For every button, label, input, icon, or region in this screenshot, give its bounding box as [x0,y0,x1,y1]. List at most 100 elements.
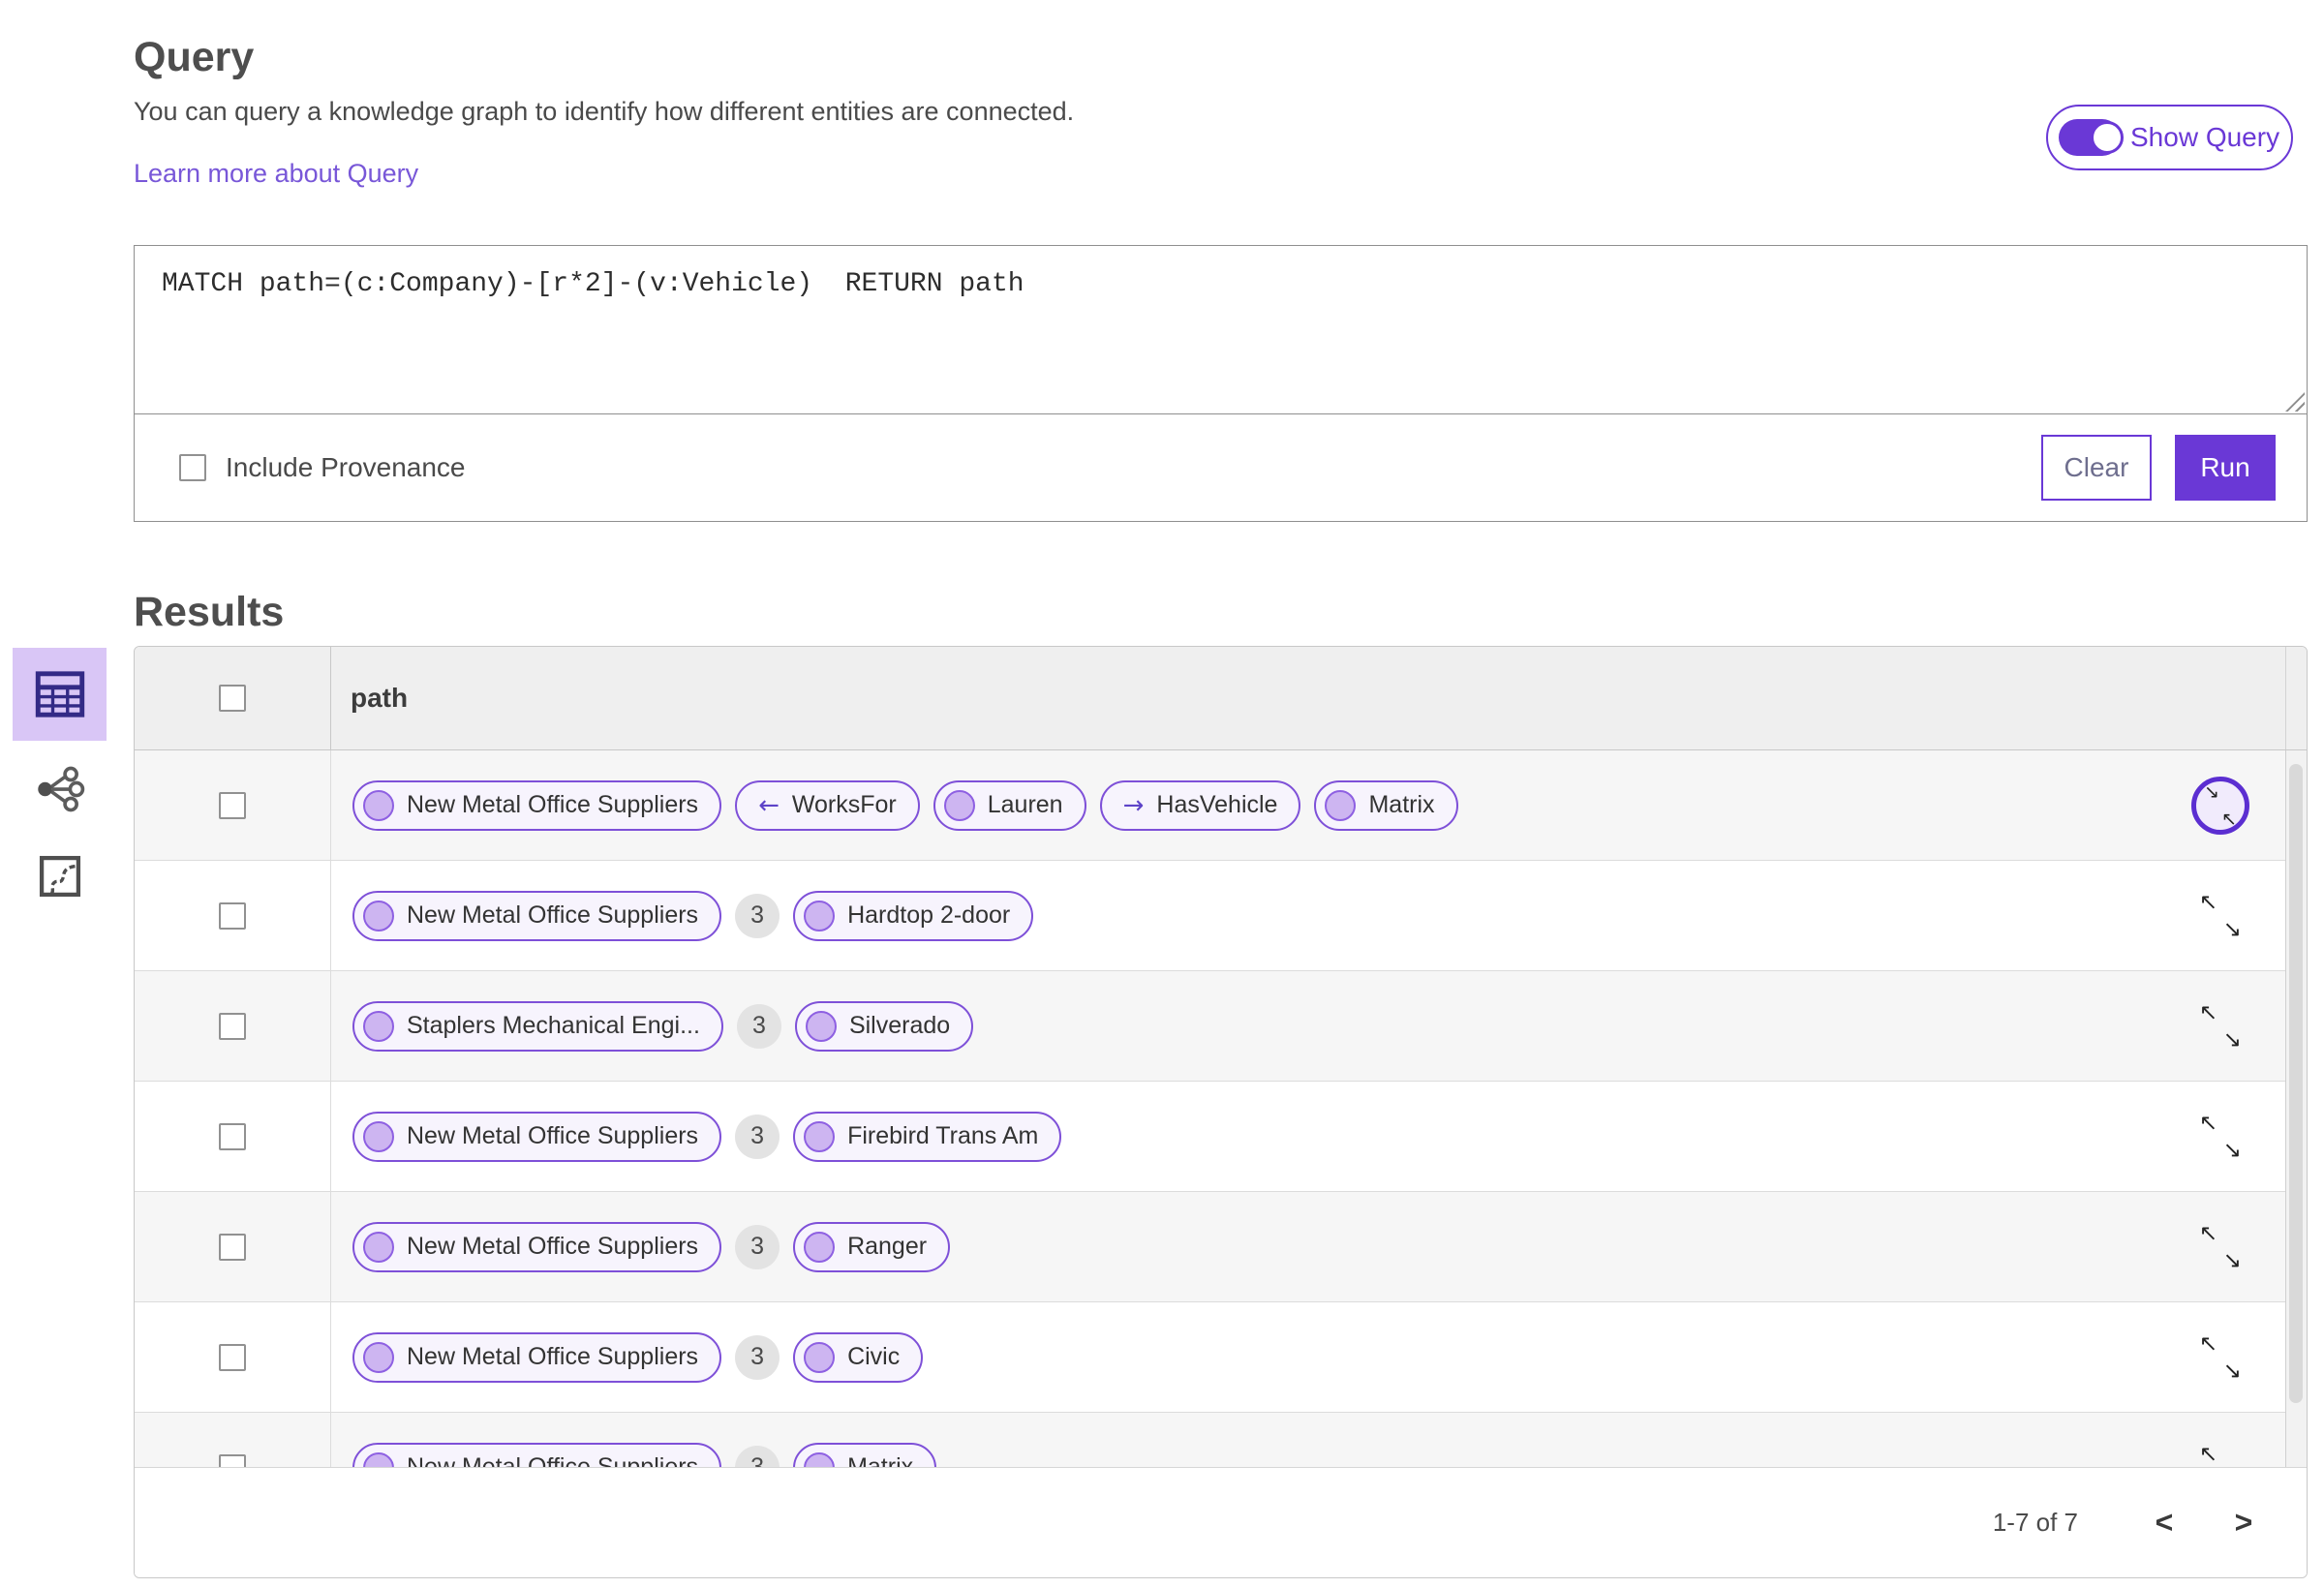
table-row: Staplers Mechanical Engi... 3 Silverado ↖ ↘ [135,971,2307,1082]
pagination-next-button[interactable]: > [2221,1501,2266,1545]
entity-label: New Metal Office Suppliers [407,791,699,818]
path-cell: Staplers Mechanical Engi... 3 Silverado [331,1000,2307,1052]
query-footer: Include Provenance Clear Run [135,414,2307,521]
entity-node-icon [363,900,394,931]
table-row: New Metal Office Suppliers 3 Hardtop 2-doo… [135,861,2307,971]
include-provenance-checkbox[interactable] [179,454,206,481]
chevron-right-icon: > [2234,1505,2253,1540]
entity-pill[interactable]: New Metal Office Suppliers [352,890,722,941]
show-query-label: Show Query [2130,122,2280,152]
entity-node-icon [804,900,836,931]
path-cell: New Metal Office Suppliers 3 Civic [331,1331,2307,1383]
entity-label: New Metal Office Suppliers [407,1122,699,1149]
path-cell: New Metal Office Suppliers ← WorksFor Laure… [331,779,2307,831]
include-provenance-label: Include Provenance [226,452,466,482]
row-checkbox[interactable] [219,1233,246,1261]
row-checkbox[interactable] [219,1122,246,1150]
entity-pill[interactable]: Staplers Mechanical Engi... [352,1000,723,1052]
entity-pill[interactable]: Civic [793,1331,924,1383]
view-switch-table[interactable] [13,648,107,741]
row-checkbox[interactable] [219,1343,246,1371]
results-title: Results [134,588,285,635]
entity-pill[interactable]: New Metal Office Suppliers [352,779,722,831]
expand-row-button[interactable]: ↖↘ [2198,890,2243,942]
resize-handle-icon[interactable] [2285,392,2305,412]
toggle-knob [2091,121,2124,154]
arrow-right-icon: → [1122,790,1145,820]
entity-pill[interactable]: Matrix [1314,779,1458,831]
entity-label: Staplers Mechanical Engi... [407,1012,700,1039]
expand-arrow-icon: ↘ [2222,1358,2242,1384]
run-button[interactable]: Run [2175,435,2276,501]
link-chart-icon [32,761,88,817]
query-input[interactable]: MATCH path=(c:Company)-[r*2]-(v:Vehicle)… [135,246,2307,414]
entity-label: Matrix [1368,791,1435,818]
entity-pill[interactable]: New Metal Office Suppliers [352,1442,722,1469]
entity-pill[interactable]: Firebird Trans Am [793,1111,1062,1162]
show-query-toggle[interactable]: Show Query [2046,105,2293,170]
entity-pill[interactable]: Matrix [793,1442,937,1469]
expand-row-button[interactable]: ↖↘ [2198,1000,2243,1053]
learn-more-link[interactable]: Learn more about Query [134,159,418,189]
entity-pill[interactable]: Ranger [793,1221,951,1272]
expand-row-button[interactable]: ↖↘ [2198,1331,2243,1384]
entity-label: Firebird Trans Am [847,1122,1039,1149]
entity-label: New Metal Office Suppliers [407,901,699,929]
table-footer: 1-7 of 7 < > [135,1467,2307,1577]
expand-arrow-icon: ↖ [2199,1220,2218,1246]
entity-node-icon [363,1341,394,1373]
collapse-row-button[interactable]: ↘ ↖ [2191,776,2249,835]
table-row: New Metal Office Suppliers 3 Matrix ↖↘ [135,1413,2307,1469]
entity-pill[interactable]: New Metal Office Suppliers [352,1331,722,1383]
entity-pill[interactable]: New Metal Office Suppliers [352,1111,722,1162]
expand-row-button[interactable]: ↖↘ [2198,1221,2243,1273]
expand-row-button[interactable]: ↖↘ [2198,1111,2243,1163]
relationship-pill[interactable]: → HasVehicle [1099,779,1301,831]
entity-node-icon [363,1010,394,1042]
entity-pill[interactable]: Silverado [794,1000,974,1052]
expand-arrow-icon: ↘ [2222,1137,2242,1163]
expand-arrow-icon: ↘ [2222,916,2242,942]
row-checkbox[interactable] [219,1012,246,1040]
header-scroll-corner [2285,647,2307,749]
path-count-badge[interactable]: 3 [735,1445,780,1469]
arrow-left-icon: ← [758,790,780,820]
path-count-badge[interactable]: 3 [735,1224,780,1269]
collapse-arrow-icon: ↖ [2221,808,2237,830]
table-header-row: path [135,647,2307,750]
path-cell: New Metal Office Suppliers 3 Firebird Tran… [331,1111,2307,1162]
entity-label: Civic [847,1343,901,1370]
select-all-checkbox[interactable] [219,685,246,712]
expand-arrow-icon: ↖ [2199,1441,2218,1467]
entity-node-icon [804,1120,836,1152]
collapse-arrow-icon: ↘ [2204,780,2219,803]
expand-row-button[interactable]: ↖↘ [2198,1442,2243,1470]
path-count-badge[interactable]: 3 [735,1334,780,1380]
entity-label: New Metal Office Suppliers [407,1233,699,1260]
page-title: Query [134,33,255,80]
relationship-label: HasVehicle [1156,791,1278,818]
relationship-pill[interactable]: ← WorksFor [735,779,920,831]
pagination-prev-button[interactable]: < [2142,1501,2186,1545]
pagination-range: 1-7 of 7 [1992,1508,2078,1537]
view-switch-map[interactable] [13,844,107,908]
entity-node-icon [1325,789,1357,821]
clear-button[interactable]: Clear [2041,435,2152,501]
scrollbar-thumb[interactable] [2289,764,2303,1403]
path-count-badge[interactable]: 3 [735,1114,780,1159]
relationship-label: WorksFor [791,791,897,818]
expand-arrow-icon: ↖ [2199,1330,2218,1357]
path-cell: New Metal Office Suppliers 3 Ranger [331,1221,2307,1272]
row-checkbox[interactable] [219,791,246,819]
entity-pill[interactable]: New Metal Office Suppliers [352,1221,722,1272]
row-checkbox[interactable] [219,901,246,930]
path-count-badge[interactable]: 3 [736,1003,781,1049]
view-switch-link-chart[interactable] [13,757,107,821]
entity-pill[interactable]: Lauren [933,779,1086,831]
toggle-switch-icon[interactable] [2059,119,2124,156]
path-count-badge[interactable]: 3 [735,893,780,938]
entity-pill[interactable]: Hardtop 2-door [793,890,1034,941]
entity-node-icon [363,1120,394,1152]
entity-node-icon [804,1231,836,1263]
vertical-scrollbar[interactable] [2285,750,2307,1469]
